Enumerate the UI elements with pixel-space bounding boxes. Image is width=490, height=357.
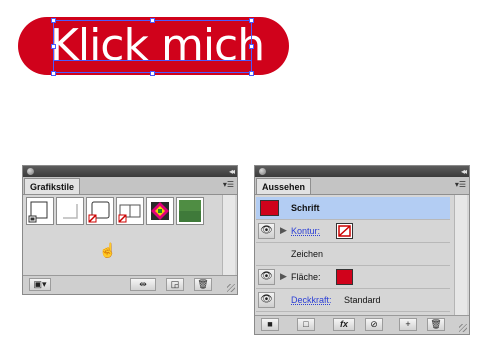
row-zeichen[interactable]: Zeichen [256,243,450,266]
panel-titlebar[interactable]: ◂◂ [23,166,237,177]
add-effect-icon[interactable]: fx [333,318,355,331]
panel-menu-icon[interactable]: ▾☰ [223,180,234,190]
selection-handle-bl[interactable] [51,71,56,76]
tab-strip: Aussehen ▾☰ [255,177,469,195]
row-schrift-label: Schrift [291,203,320,213]
row-kontur[interactable]: 👁 ▶ Kontur: [256,220,450,243]
resize-grip-icon[interactable] [459,324,467,332]
fill-color-swatch[interactable] [336,269,353,285]
add-fill-icon[interactable]: □ [297,318,315,331]
selection-handle-tl[interactable] [51,18,56,23]
collapse-icon[interactable]: ◂◂ [461,166,467,177]
stroke-none-swatch[interactable] [336,223,353,239]
resize-grip-icon[interactable] [227,284,235,292]
panel-footer: ▣▾ ⇹ ◲ 🗑 [23,275,237,294]
row-flaeche[interactable]: 👁 ▶ Fläche: [256,266,450,289]
panel-footer: ■ □ fx ⊘ + 🗑 [255,315,469,334]
selection-handle-tr[interactable] [249,18,254,23]
row-zeichen-label: Zeichen [291,249,324,259]
row-deckkraft-label[interactable]: Deckkraft: [291,294,332,307]
eye-icon[interactable]: 👁 [258,292,275,308]
selection-handle-ml[interactable] [51,44,56,49]
tab-grafikstile[interactable]: Grafikstile [24,178,81,194]
delete-icon[interactable]: 🗑 [194,278,212,291]
row-deckkraft[interactable]: 👁 Deckkraft: Standard [256,289,450,312]
selection-handle-mr[interactable] [249,44,254,49]
add-stroke-icon[interactable]: ■ [261,318,279,331]
row-flaeche-label[interactable]: Fläche: [291,271,321,284]
selection-baseline [53,60,252,61]
eye-icon[interactable]: 👁 [258,269,275,285]
row-deckkraft-value: Standard [344,295,381,305]
expand-triangle-icon[interactable]: ▶ [280,271,287,282]
tab-strip: Grafikstile ▾☰ [23,177,237,195]
style-libraries-icon[interactable]: ▣▾ [29,278,51,291]
hand-cursor-icon: ☝ [99,242,117,258]
close-icon[interactable] [27,168,34,175]
vertical-scrollbar[interactable] [454,195,467,315]
selection-handle-br[interactable] [249,71,254,76]
clear-appearance-icon[interactable]: ⊘ [365,318,383,331]
grafikstile-panel: ◂◂ Grafikstile ▾☰ ☝ ▣▾ ⇹ ◲ 🗑 [22,165,238,295]
swatch-frame-style[interactable] [116,197,144,225]
swatch-red-slash-style[interactable] [86,197,114,225]
aussehen-panel: ◂◂ Aussehen ▾☰ Schrift 👁 ▶ Kontur: Zeich… [254,165,470,335]
panel-menu-icon[interactable]: ▾☰ [455,180,466,190]
row-schrift[interactable]: Schrift [256,197,450,220]
selection-bounding-box[interactable] [53,20,252,73]
vertical-scrollbar[interactable] [222,195,235,275]
eye-icon[interactable]: 👁 [258,223,275,239]
new-style-icon[interactable]: ◲ [166,278,184,291]
close-icon[interactable] [259,168,266,175]
panel-titlebar[interactable]: ◂◂ [255,166,469,177]
swatch-color-burst-style[interactable] [146,197,174,225]
collapse-icon[interactable]: ◂◂ [229,166,235,177]
break-link-icon[interactable]: ⇹ [130,278,156,291]
text-color-swatch[interactable] [260,200,279,216]
duplicate-item-icon[interactable]: + [399,318,417,331]
tab-aussehen[interactable]: Aussehen [256,178,312,194]
delete-icon[interactable]: 🗑 [427,318,445,331]
selection-handle-bm[interactable] [150,71,155,76]
row-kontur-label[interactable]: Kontur: [291,225,320,238]
swatch-default-style[interactable] [26,197,54,225]
selection-handle-tm[interactable] [150,18,155,23]
swatch-green-texture-style[interactable] [176,197,204,225]
swatch-no-style[interactable] [56,197,84,225]
expand-triangle-icon[interactable]: ▶ [280,225,287,236]
